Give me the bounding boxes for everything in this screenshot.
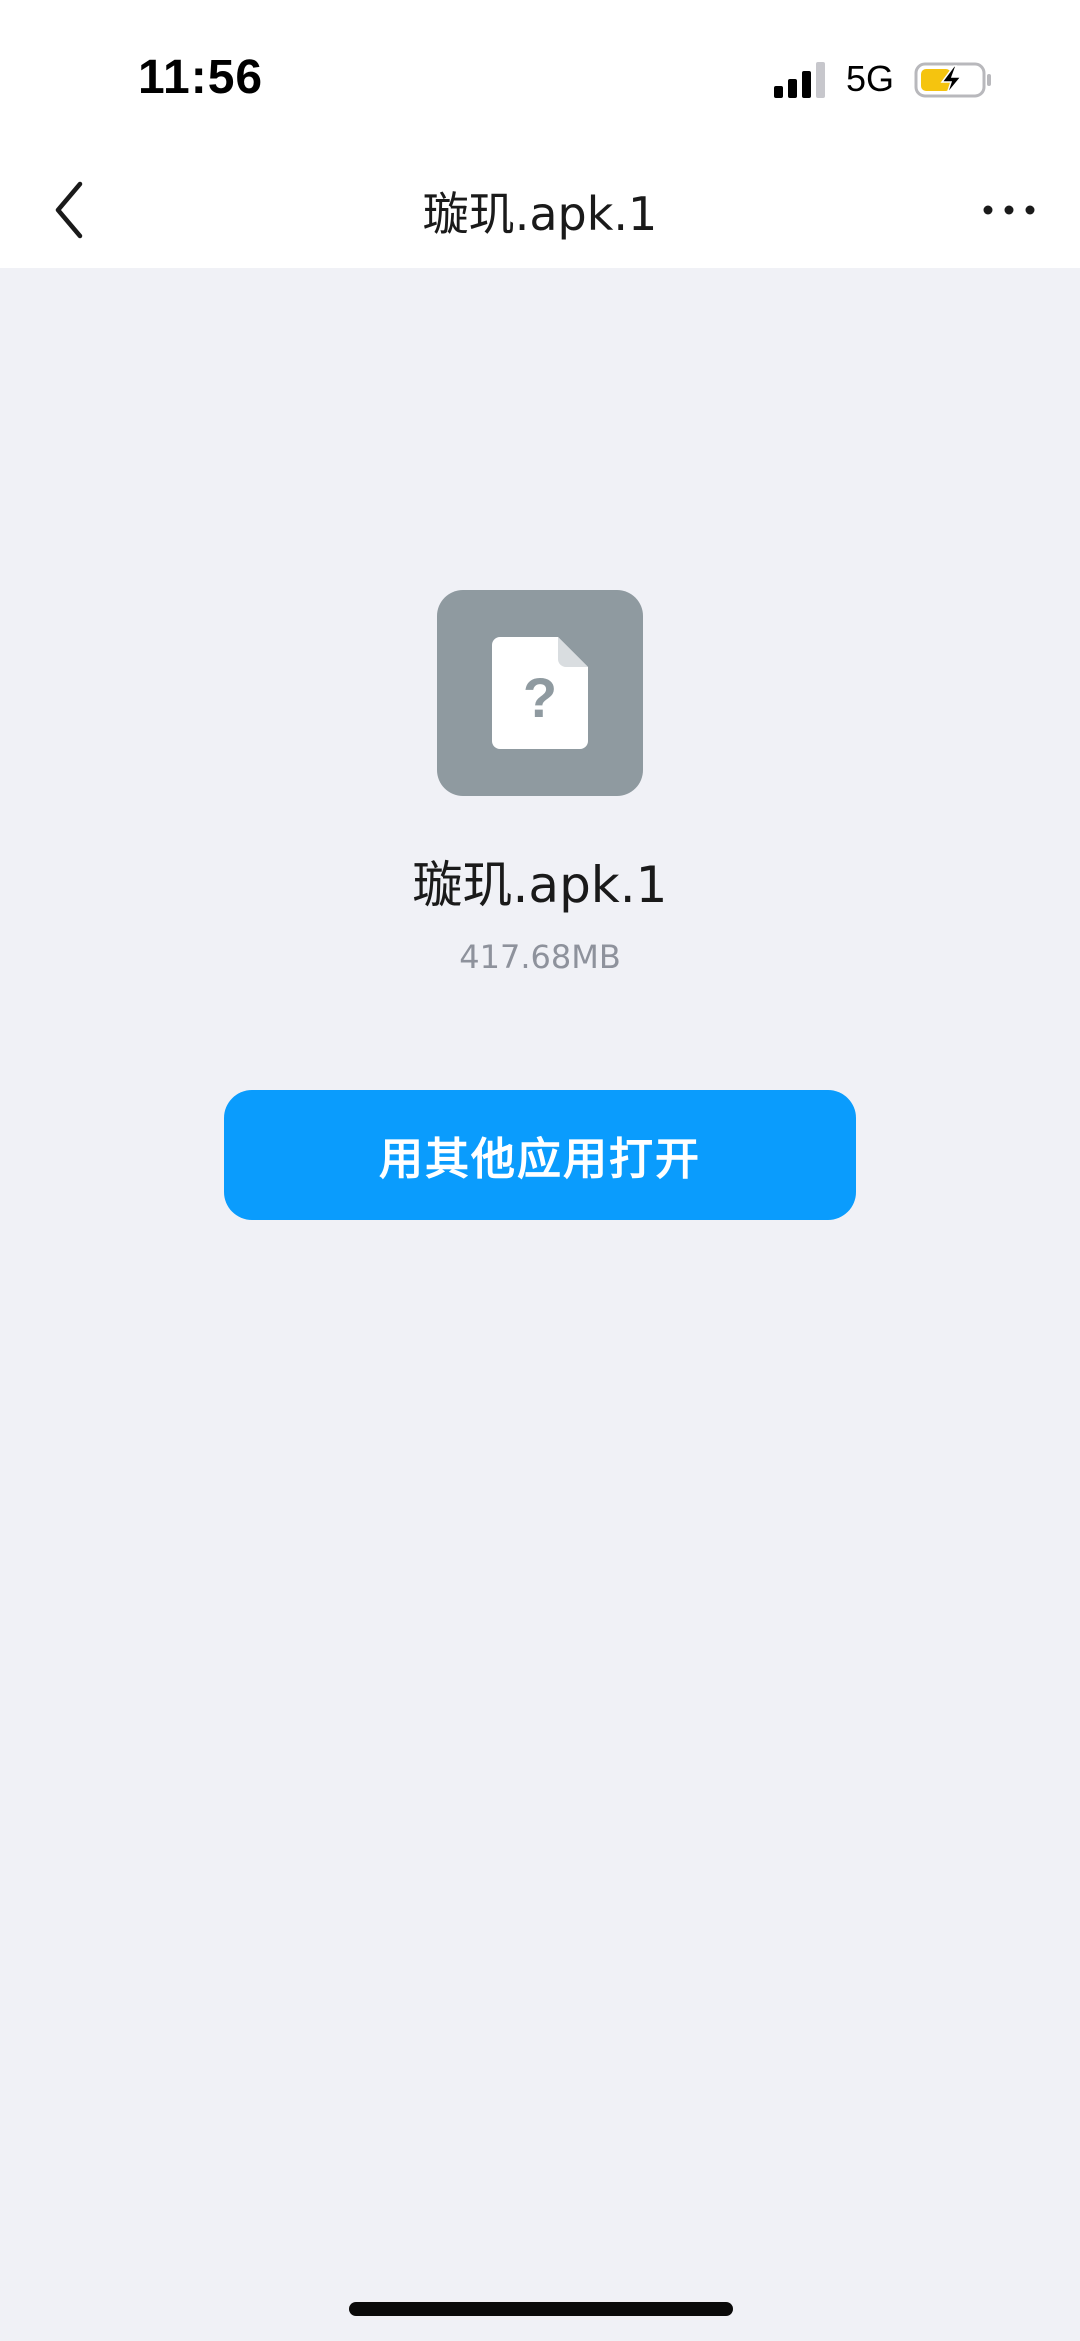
- file-size: 417.68MB: [459, 938, 621, 976]
- page-title: 璇玑.apk.1: [422, 187, 658, 241]
- more-dots-icon: [983, 205, 1035, 215]
- more-button[interactable]: [964, 170, 1054, 250]
- battery-charging-icon: [914, 62, 991, 98]
- status-time: 11:56: [138, 51, 264, 104]
- home-indicator[interactable]: [349, 2302, 733, 2316]
- svg-text:?: ?: [523, 666, 557, 729]
- status-bar: 11:56 5G: [0, 0, 1080, 150]
- back-button[interactable]: [30, 170, 110, 250]
- network-label: 5G: [846, 58, 895, 99]
- open-with-other-app-button[interactable]: 用其他应用打开: [224, 1090, 856, 1220]
- file-name: 璇玑.apk.1: [412, 856, 668, 914]
- screen: 11:56 5G 璇玑.apk.1 ? 璇玑.apk.1 417.68MB 用其…: [0, 0, 1080, 2341]
- nav-bar: 璇玑.apk.1: [0, 150, 1080, 268]
- signal-bars-icon: [774, 62, 825, 98]
- unknown-file-icon: ?: [437, 590, 643, 796]
- chevron-left-icon: [55, 181, 83, 239]
- file-question-icon: ?: [492, 637, 588, 749]
